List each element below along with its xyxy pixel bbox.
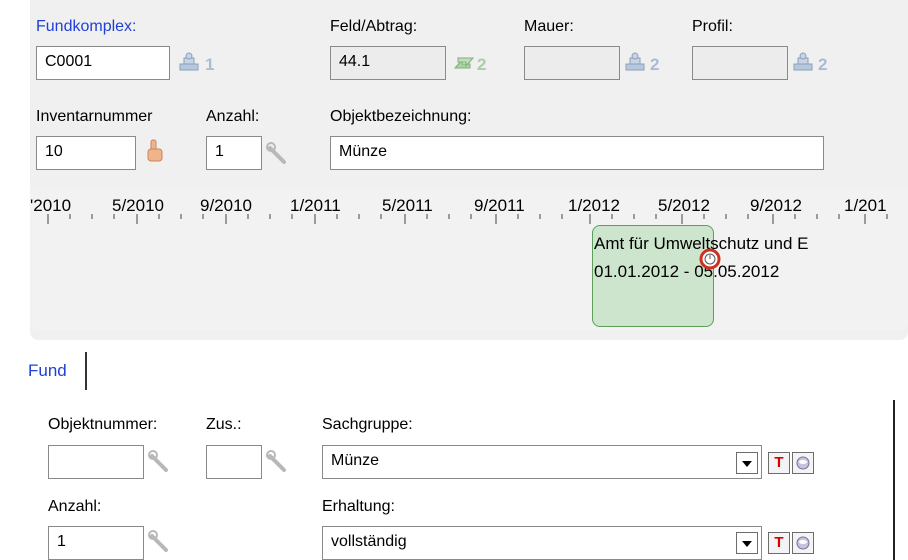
objektbezeichnung-label: Objektbezeichnung: <box>330 108 472 125</box>
timeline-tick-label: 1/201 <box>844 196 887 215</box>
zus-field[interactable] <box>206 445 262 479</box>
wrench-icon[interactable] <box>266 142 290 164</box>
profil-field[interactable] <box>692 46 788 80</box>
stack-icon[interactable] <box>792 52 816 74</box>
anzahl-fund-field[interactable]: 1 <box>48 526 144 560</box>
timeline-tick-label: 9/2011 <box>474 196 525 215</box>
timeline-tick-label: '2010 <box>30 196 72 215</box>
stack-icon[interactable] <box>624 52 648 74</box>
timeline-tick-label: 5/2010 <box>112 196 164 215</box>
timeline-tick-label: 1/2012 <box>568 196 620 215</box>
objektnummer-label: Objektnummer: <box>48 416 158 433</box>
sachgruppe-label: Sachgruppe: <box>322 416 413 433</box>
info-icon[interactable] <box>792 532 814 554</box>
text-button[interactable]: T <box>768 452 790 474</box>
anzahl-field[interactable]: 1 <box>206 136 262 170</box>
event-date-range: 01.01.2012 - 05.05.2012 <box>594 262 780 281</box>
sachgruppe-select[interactable]: Münze <box>322 445 762 479</box>
timeline-tick-label: 9/2010 <box>200 196 252 215</box>
wrench-icon[interactable] <box>266 450 290 472</box>
mauer-count: 2 <box>650 55 660 74</box>
timeline-tick-label: 9/2012 <box>750 196 802 215</box>
arrows-icon[interactable] <box>452 52 476 74</box>
feld-field[interactable]: 44.1 <box>330 46 446 80</box>
zus-label: Zus.: <box>206 416 242 433</box>
fundkomplex-label[interactable]: Fundkomplex: <box>36 18 137 36</box>
mauer-field[interactable] <box>524 46 620 80</box>
wrench-icon[interactable] <box>148 530 172 552</box>
erhaltung-label: Erhaltung: <box>322 498 395 515</box>
timeline-ruler <box>47 214 888 224</box>
pointing-hand-icon[interactable] <box>144 138 166 164</box>
side-panel-border <box>893 400 908 560</box>
anzahl-fund-label: Anzahl: <box>48 498 102 515</box>
erhaltung-dropdown-button[interactable] <box>736 532 758 554</box>
info-icon[interactable] <box>792 452 814 474</box>
timeline-tick-label: 5/2012 <box>658 196 710 215</box>
fundkomplex-field[interactable]: C0001 <box>36 46 170 80</box>
stack-icon[interactable] <box>178 52 202 74</box>
inventarnummer-label: Inventarnummer <box>36 108 153 125</box>
objektbezeichnung-field[interactable]: Münze <box>330 136 824 170</box>
anzahl-label: Anzahl: <box>206 108 260 125</box>
feld-label: Feld/Abtrag: <box>330 18 418 35</box>
erhaltung-select[interactable]: vollständig <box>322 526 762 560</box>
inventarnummer-field[interactable]: 10 <box>36 136 136 170</box>
text-button[interactable]: T <box>768 532 790 554</box>
mauer-label: Mauer: <box>524 18 574 35</box>
tab-fund[interactable]: Fund <box>14 352 87 390</box>
objektnummer-field[interactable] <box>48 445 144 479</box>
feld-count: 2 <box>477 55 487 74</box>
profil-count: 2 <box>818 55 828 74</box>
fundkomplex-count: 1 <box>205 55 215 74</box>
clock-icon[interactable] <box>698 247 722 271</box>
timeline-tick-label: 1/2011 <box>290 196 341 215</box>
profil-label: Profil: <box>692 18 733 35</box>
timeline-tick-label: 5/2011 <box>382 196 433 215</box>
wrench-icon[interactable] <box>148 450 172 472</box>
sachgruppe-dropdown-button[interactable] <box>736 452 758 474</box>
